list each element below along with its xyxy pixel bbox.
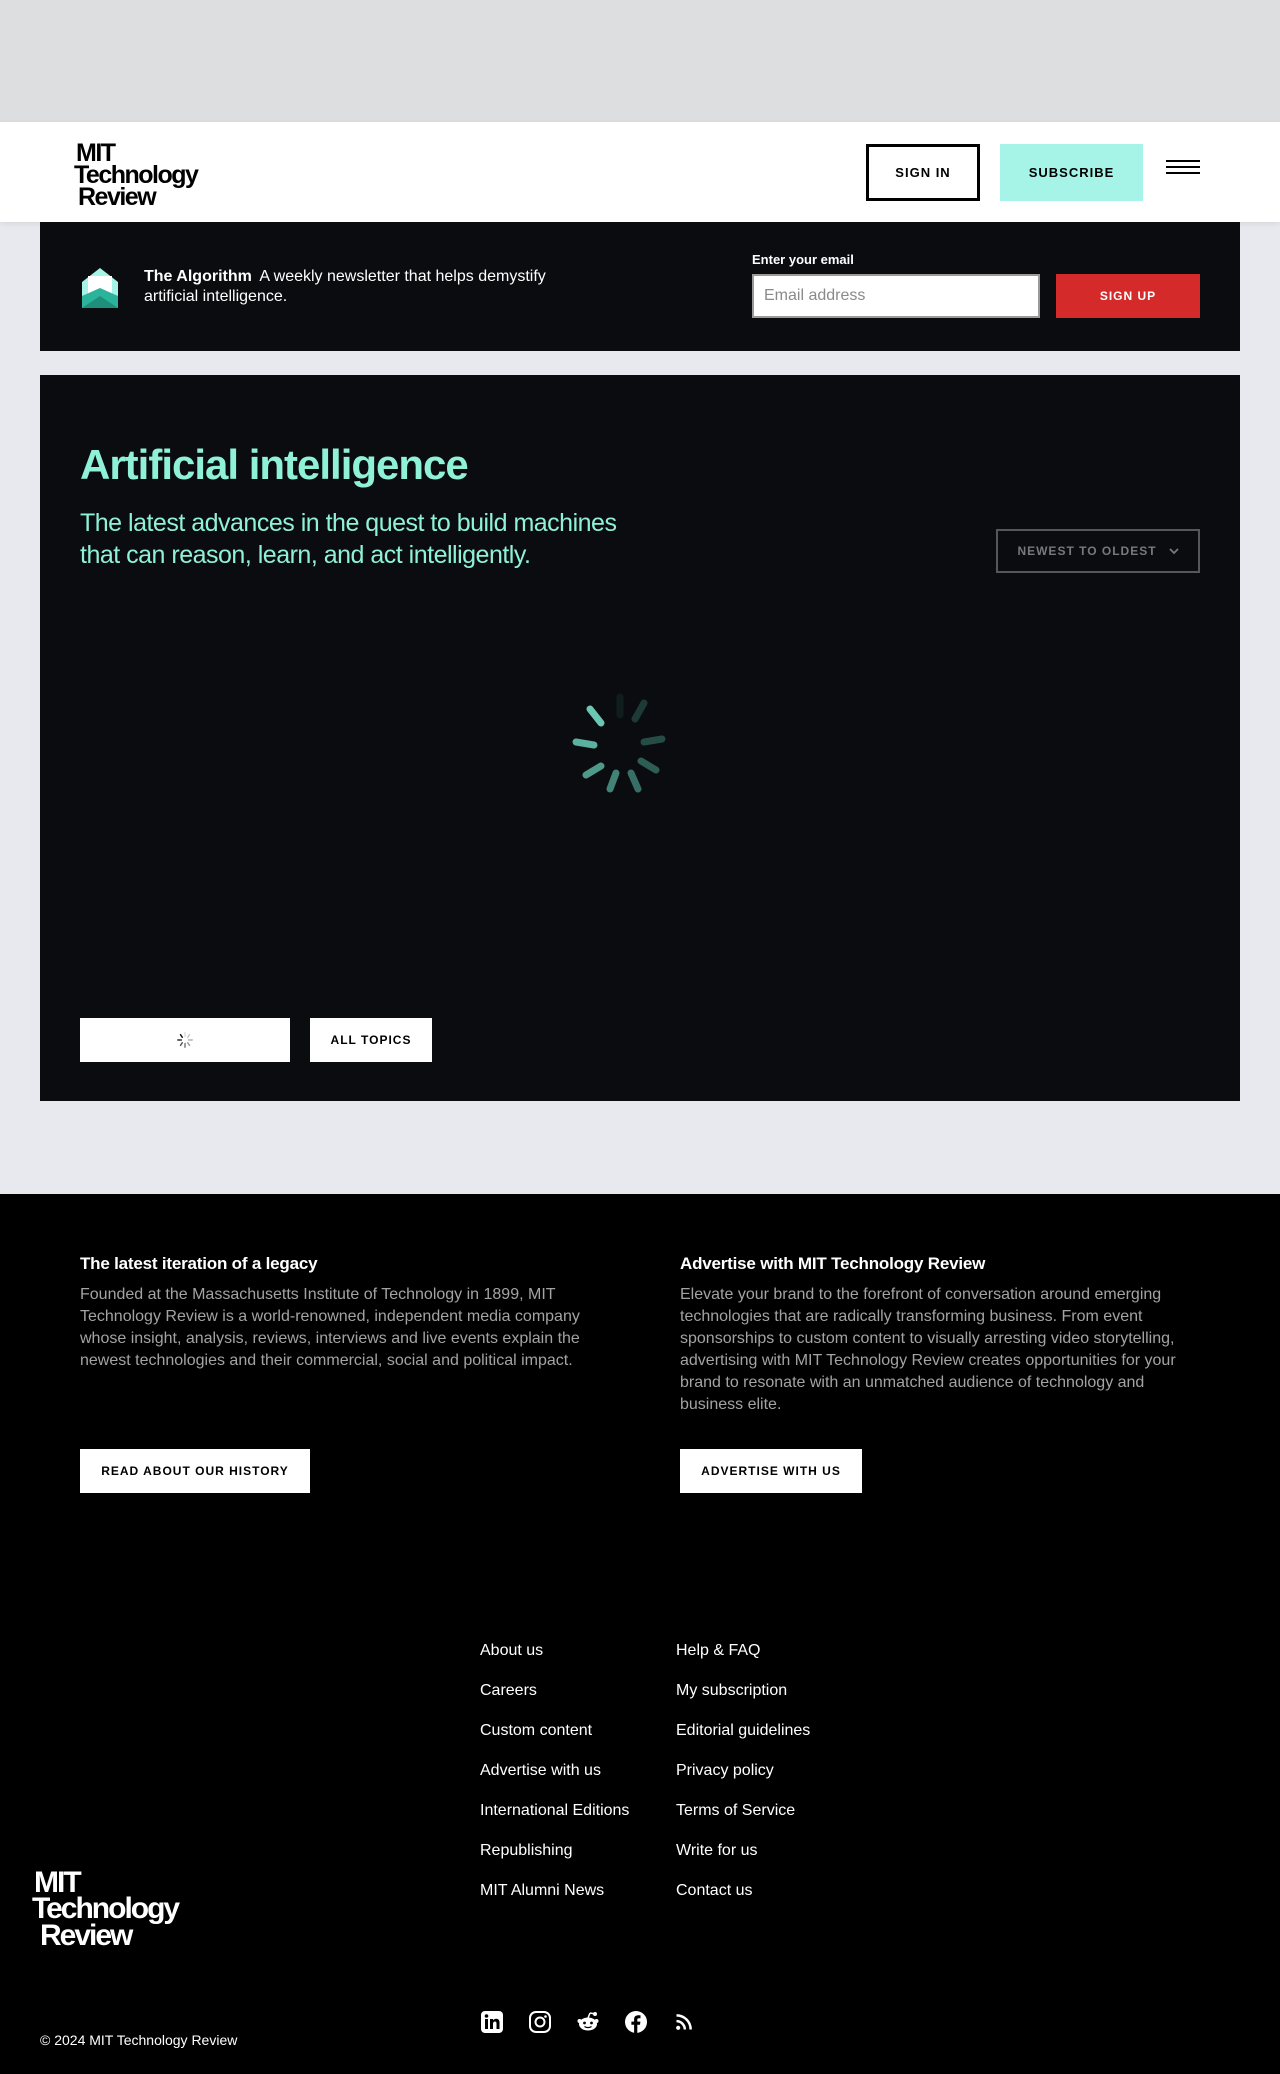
sign-up-button[interactable]: SIGN UP [1056, 274, 1200, 318]
topic-subtitle: The latest advances in the quest to buil… [80, 509, 617, 569]
social-links [480, 2010, 696, 2034]
email-label: Enter your email [752, 252, 854, 267]
logo-line: Review [40, 1918, 133, 1952]
logo-line: Review [78, 183, 157, 211]
read-history-button[interactable]: READ ABOUT OUR HISTORY [80, 1449, 310, 1493]
copyright: © 2024 MIT Technology Review [40, 2032, 238, 2048]
footer-link-international[interactable]: International Editions [480, 1802, 629, 1842]
instagram-icon[interactable] [528, 2010, 552, 2034]
footer-link-help[interactable]: Help & FAQ [676, 1642, 810, 1682]
newsletter-text: The Algorithm A weekly newsletter that h… [144, 267, 564, 307]
page-title: Artificial intelligence [80, 441, 469, 488]
footer-link-advertise[interactable]: Advertise with us [480, 1762, 629, 1802]
reddit-icon[interactable] [576, 2010, 600, 2034]
sort-value: NEWEST TO OLDEST [1017, 544, 1157, 558]
subscribe-button[interactable]: SUBSCRIBE [1000, 144, 1143, 201]
email-field[interactable] [752, 274, 1040, 318]
site-logo[interactable]: MIT Technology Review [74, 141, 199, 211]
sort-dropdown[interactable]: NEWEST TO OLDEST [996, 529, 1200, 573]
facebook-icon[interactable] [624, 2010, 648, 2034]
advertise-body: Elevate your brand to the forefront of c… [680, 1286, 1176, 1413]
footer-link-subscription[interactable]: My subscription [676, 1682, 810, 1722]
load-more-button[interactable] [80, 1018, 290, 1062]
topic-panel: Artificial intelligence The latest advan… [40, 375, 1240, 1101]
footer-link-contact[interactable]: Contact us [676, 1882, 810, 1922]
footer-link-terms[interactable]: Terms of Service [676, 1802, 810, 1842]
envelope-icon [82, 268, 118, 308]
footer-link-custom-content[interactable]: Custom content [480, 1722, 629, 1762]
footer-advertise-section: Advertise with MIT Technology Review Ele… [680, 1254, 1202, 1416]
footer-link-write[interactable]: Write for us [676, 1842, 810, 1882]
newsletter-name: The Algorithm [144, 268, 252, 285]
sign-in-button[interactable]: SIGN IN [866, 144, 980, 201]
advertise-button[interactable]: ADVERTISE WITH US [680, 1449, 862, 1493]
chevron-down-icon [1168, 548, 1179, 555]
advertise-heading: Advertise with MIT Technology Review [680, 1254, 986, 1273]
footer-link-careers[interactable]: Careers [480, 1682, 629, 1722]
footer-link-alumni[interactable]: MIT Alumni News [480, 1882, 629, 1922]
footer-link-about[interactable]: About us [480, 1642, 629, 1682]
hamburger-menu-icon[interactable] [1166, 160, 1200, 184]
newsletter-banner: The Algorithm A weekly newsletter that h… [40, 222, 1240, 351]
footer-links-col2: Help & FAQ My subscription Editorial gui… [676, 1642, 810, 1922]
site-header: MIT Technology Review SIGN IN SUBSCRIBE [0, 122, 1280, 222]
footer-link-editorial[interactable]: Editorial guidelines [676, 1722, 810, 1762]
linkedin-icon[interactable] [480, 2010, 504, 2034]
ad-banner [0, 0, 1280, 122]
loading-spinner-icon [177, 1032, 193, 1048]
footer-links-col1: About us Careers Custom content Advertis… [480, 1642, 629, 1922]
rss-icon[interactable] [672, 2010, 696, 2034]
all-topics-button[interactable]: ALL TOPICS [310, 1018, 432, 1062]
legacy-heading: The latest iteration of a legacy [80, 1254, 318, 1273]
site-footer: The latest iteration of a legacy Founded… [0, 1194, 1280, 2074]
footer-link-republishing[interactable]: Republishing [480, 1842, 629, 1882]
footer-logo[interactable]: MIT Technology Review [32, 1867, 180, 1952]
loading-spinner-icon [572, 693, 666, 793]
footer-legacy-section: The latest iteration of a legacy Founded… [80, 1254, 600, 1372]
legacy-body: Founded at the Massachusetts Institute o… [80, 1286, 580, 1369]
footer-link-privacy[interactable]: Privacy policy [676, 1762, 810, 1802]
